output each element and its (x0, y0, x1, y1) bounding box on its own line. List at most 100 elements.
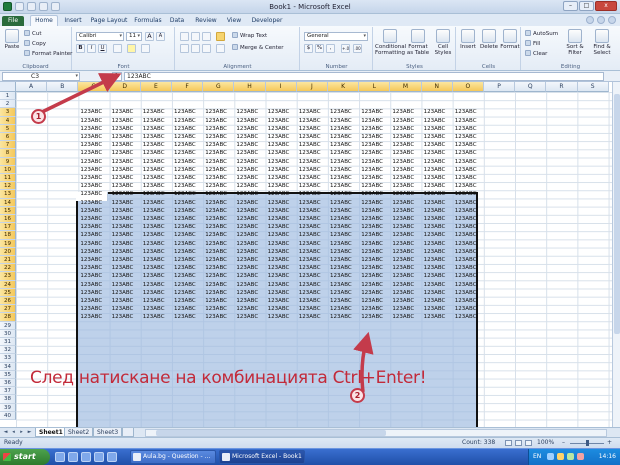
help-icon[interactable] (597, 16, 605, 24)
row-header-23[interactable]: 23 (0, 272, 16, 281)
align-left-icon[interactable] (180, 44, 189, 53)
cell-e4[interactable]: 123ABC (143, 117, 165, 125)
row-header-6[interactable]: 6 (0, 133, 16, 142)
cell-n5[interactable]: 123ABC (424, 125, 446, 133)
cell-c25[interactable]: 123ABC (80, 289, 102, 297)
tab-data[interactable]: Data (166, 16, 188, 26)
row-header-36[interactable]: 36 (0, 379, 16, 388)
cell-g25[interactable]: 123ABC (205, 289, 227, 297)
cell-j15[interactable]: 123ABC (299, 207, 321, 215)
select-all-corner[interactable] (0, 82, 16, 92)
cell-o27[interactable]: 123ABC (455, 305, 477, 313)
cell-c8[interactable]: 123ABC (80, 149, 102, 157)
align-middle-icon[interactable] (191, 32, 200, 41)
cell-l5[interactable]: 123ABC (361, 125, 383, 133)
cell-f25[interactable]: 123ABC (174, 289, 196, 297)
cell-f20[interactable]: 123ABC (174, 248, 196, 256)
cell-k24[interactable]: 123ABC (330, 281, 352, 289)
align-bottom-icon[interactable] (202, 32, 211, 41)
quick-launch-icon-5[interactable] (107, 452, 117, 462)
zoom-in-icon[interactable]: + (606, 440, 613, 446)
name-box[interactable]: C3 (2, 72, 80, 81)
cell-h23[interactable]: 123ABC (236, 272, 258, 280)
cell-n10[interactable]: 123ABC (424, 166, 446, 174)
cell-d22[interactable]: 123ABC (112, 264, 134, 272)
row-header-14[interactable]: 14 (0, 198, 16, 207)
cell-d8[interactable]: 123ABC (112, 149, 134, 157)
cell-l17[interactable]: 123ABC (361, 223, 383, 231)
cell-h16[interactable]: 123ABC (236, 215, 258, 223)
cell-k22[interactable]: 123ABC (330, 264, 352, 272)
cell-d15[interactable]: 123ABC (112, 207, 134, 215)
tab-formulas[interactable]: Formulas (132, 16, 164, 26)
tab-insert[interactable]: Insert (60, 16, 86, 26)
cell-j28[interactable]: 123ABC (299, 313, 321, 321)
row-header-2[interactable]: 2 (0, 100, 16, 109)
cell-i27[interactable]: 123ABC (268, 305, 290, 313)
row-header-21[interactable]: 21 (0, 256, 16, 265)
clear-button[interactable]: Clear (525, 50, 547, 58)
tray-icon-2[interactable] (557, 453, 564, 460)
cell-i16[interactable]: 123ABC (268, 215, 290, 223)
minimize-button[interactable]: – (563, 1, 578, 11)
cell-i23[interactable]: 123ABC (268, 272, 290, 280)
tab-file[interactable]: File (2, 16, 24, 26)
cell-n20[interactable]: 123ABC (424, 248, 446, 256)
cell-d7[interactable]: 123ABC (112, 141, 134, 149)
cell-l20[interactable]: 123ABC (361, 248, 383, 256)
autosum-button[interactable]: AutoSum (525, 30, 558, 38)
quick-launch-icon-2[interactable] (68, 452, 78, 462)
cell-e23[interactable]: 123ABC (143, 272, 165, 280)
cell-k17[interactable]: 123ABC (330, 223, 352, 231)
row-header-30[interactable]: 30 (0, 329, 16, 338)
cell-m24[interactable]: 123ABC (392, 281, 414, 289)
cell-o18[interactable]: 123ABC (455, 231, 477, 239)
row-header-3[interactable]: 3 (0, 108, 16, 117)
cell-j25[interactable]: 123ABC (299, 289, 321, 297)
row-header-33[interactable]: 33 (0, 354, 16, 363)
column-header-g[interactable]: G (203, 82, 235, 92)
maximize-button[interactable]: □ (579, 1, 594, 11)
cell-j6[interactable]: 123ABC (299, 133, 321, 141)
find-select-button[interactable]: Find & Select (589, 29, 615, 56)
cell-l4[interactable]: 123ABC (361, 117, 383, 125)
cell-l7[interactable]: 123ABC (361, 141, 383, 149)
tray-icon-4[interactable] (577, 453, 584, 460)
cell-e8[interactable]: 123ABC (143, 149, 165, 157)
cell-c6[interactable]: 123ABC (80, 133, 102, 141)
zoom-out-icon[interactable]: – (560, 440, 567, 446)
row-header-13[interactable]: 13 (0, 190, 16, 199)
cell-o8[interactable]: 123ABC (455, 149, 477, 157)
cell-m19[interactable]: 123ABC (392, 240, 414, 248)
cell-d4[interactable]: 123ABC (112, 117, 134, 125)
cell-n17[interactable]: 123ABC (424, 223, 446, 231)
row-header-38[interactable]: 38 (0, 395, 16, 404)
row-header-7[interactable]: 7 (0, 141, 16, 150)
align-right-icon[interactable] (202, 44, 211, 53)
cell-g19[interactable]: 123ABC (205, 240, 227, 248)
currency-button[interactable]: $ (304, 44, 313, 53)
cell-e15[interactable]: 123ABC (143, 207, 165, 215)
cell-j8[interactable]: 123ABC (299, 149, 321, 157)
cell-c4[interactable]: 123ABC (80, 117, 102, 125)
cell-h6[interactable]: 123ABC (236, 133, 258, 141)
cell-i21[interactable]: 123ABC (268, 256, 290, 264)
cell-n22[interactable]: 123ABC (424, 264, 446, 272)
column-header-p[interactable]: P (484, 82, 516, 92)
cell-o14[interactable]: 123ABC (455, 199, 477, 207)
cell-i15[interactable]: 123ABC (268, 207, 290, 215)
language-indicator[interactable]: EN (533, 449, 541, 465)
cell-o6[interactable]: 123ABC (455, 133, 477, 141)
cell-k10[interactable]: 123ABC (330, 166, 352, 174)
row-header-17[interactable]: 17 (0, 223, 16, 232)
cell-f24[interactable]: 123ABC (174, 281, 196, 289)
cell-l27[interactable]: 123ABC (361, 305, 383, 313)
cell-g17[interactable]: 123ABC (205, 223, 227, 231)
last-sheet-icon[interactable]: ► (26, 429, 33, 436)
cell-e11[interactable]: 123ABC (143, 174, 165, 182)
vertical-scrollbar[interactable] (612, 82, 620, 427)
cell-c26[interactable]: 123ABC (80, 297, 102, 305)
cell-h12[interactable]: 123ABC (236, 182, 258, 190)
cell-l8[interactable]: 123ABC (361, 149, 383, 157)
cell-l28[interactable]: 123ABC (361, 313, 383, 321)
